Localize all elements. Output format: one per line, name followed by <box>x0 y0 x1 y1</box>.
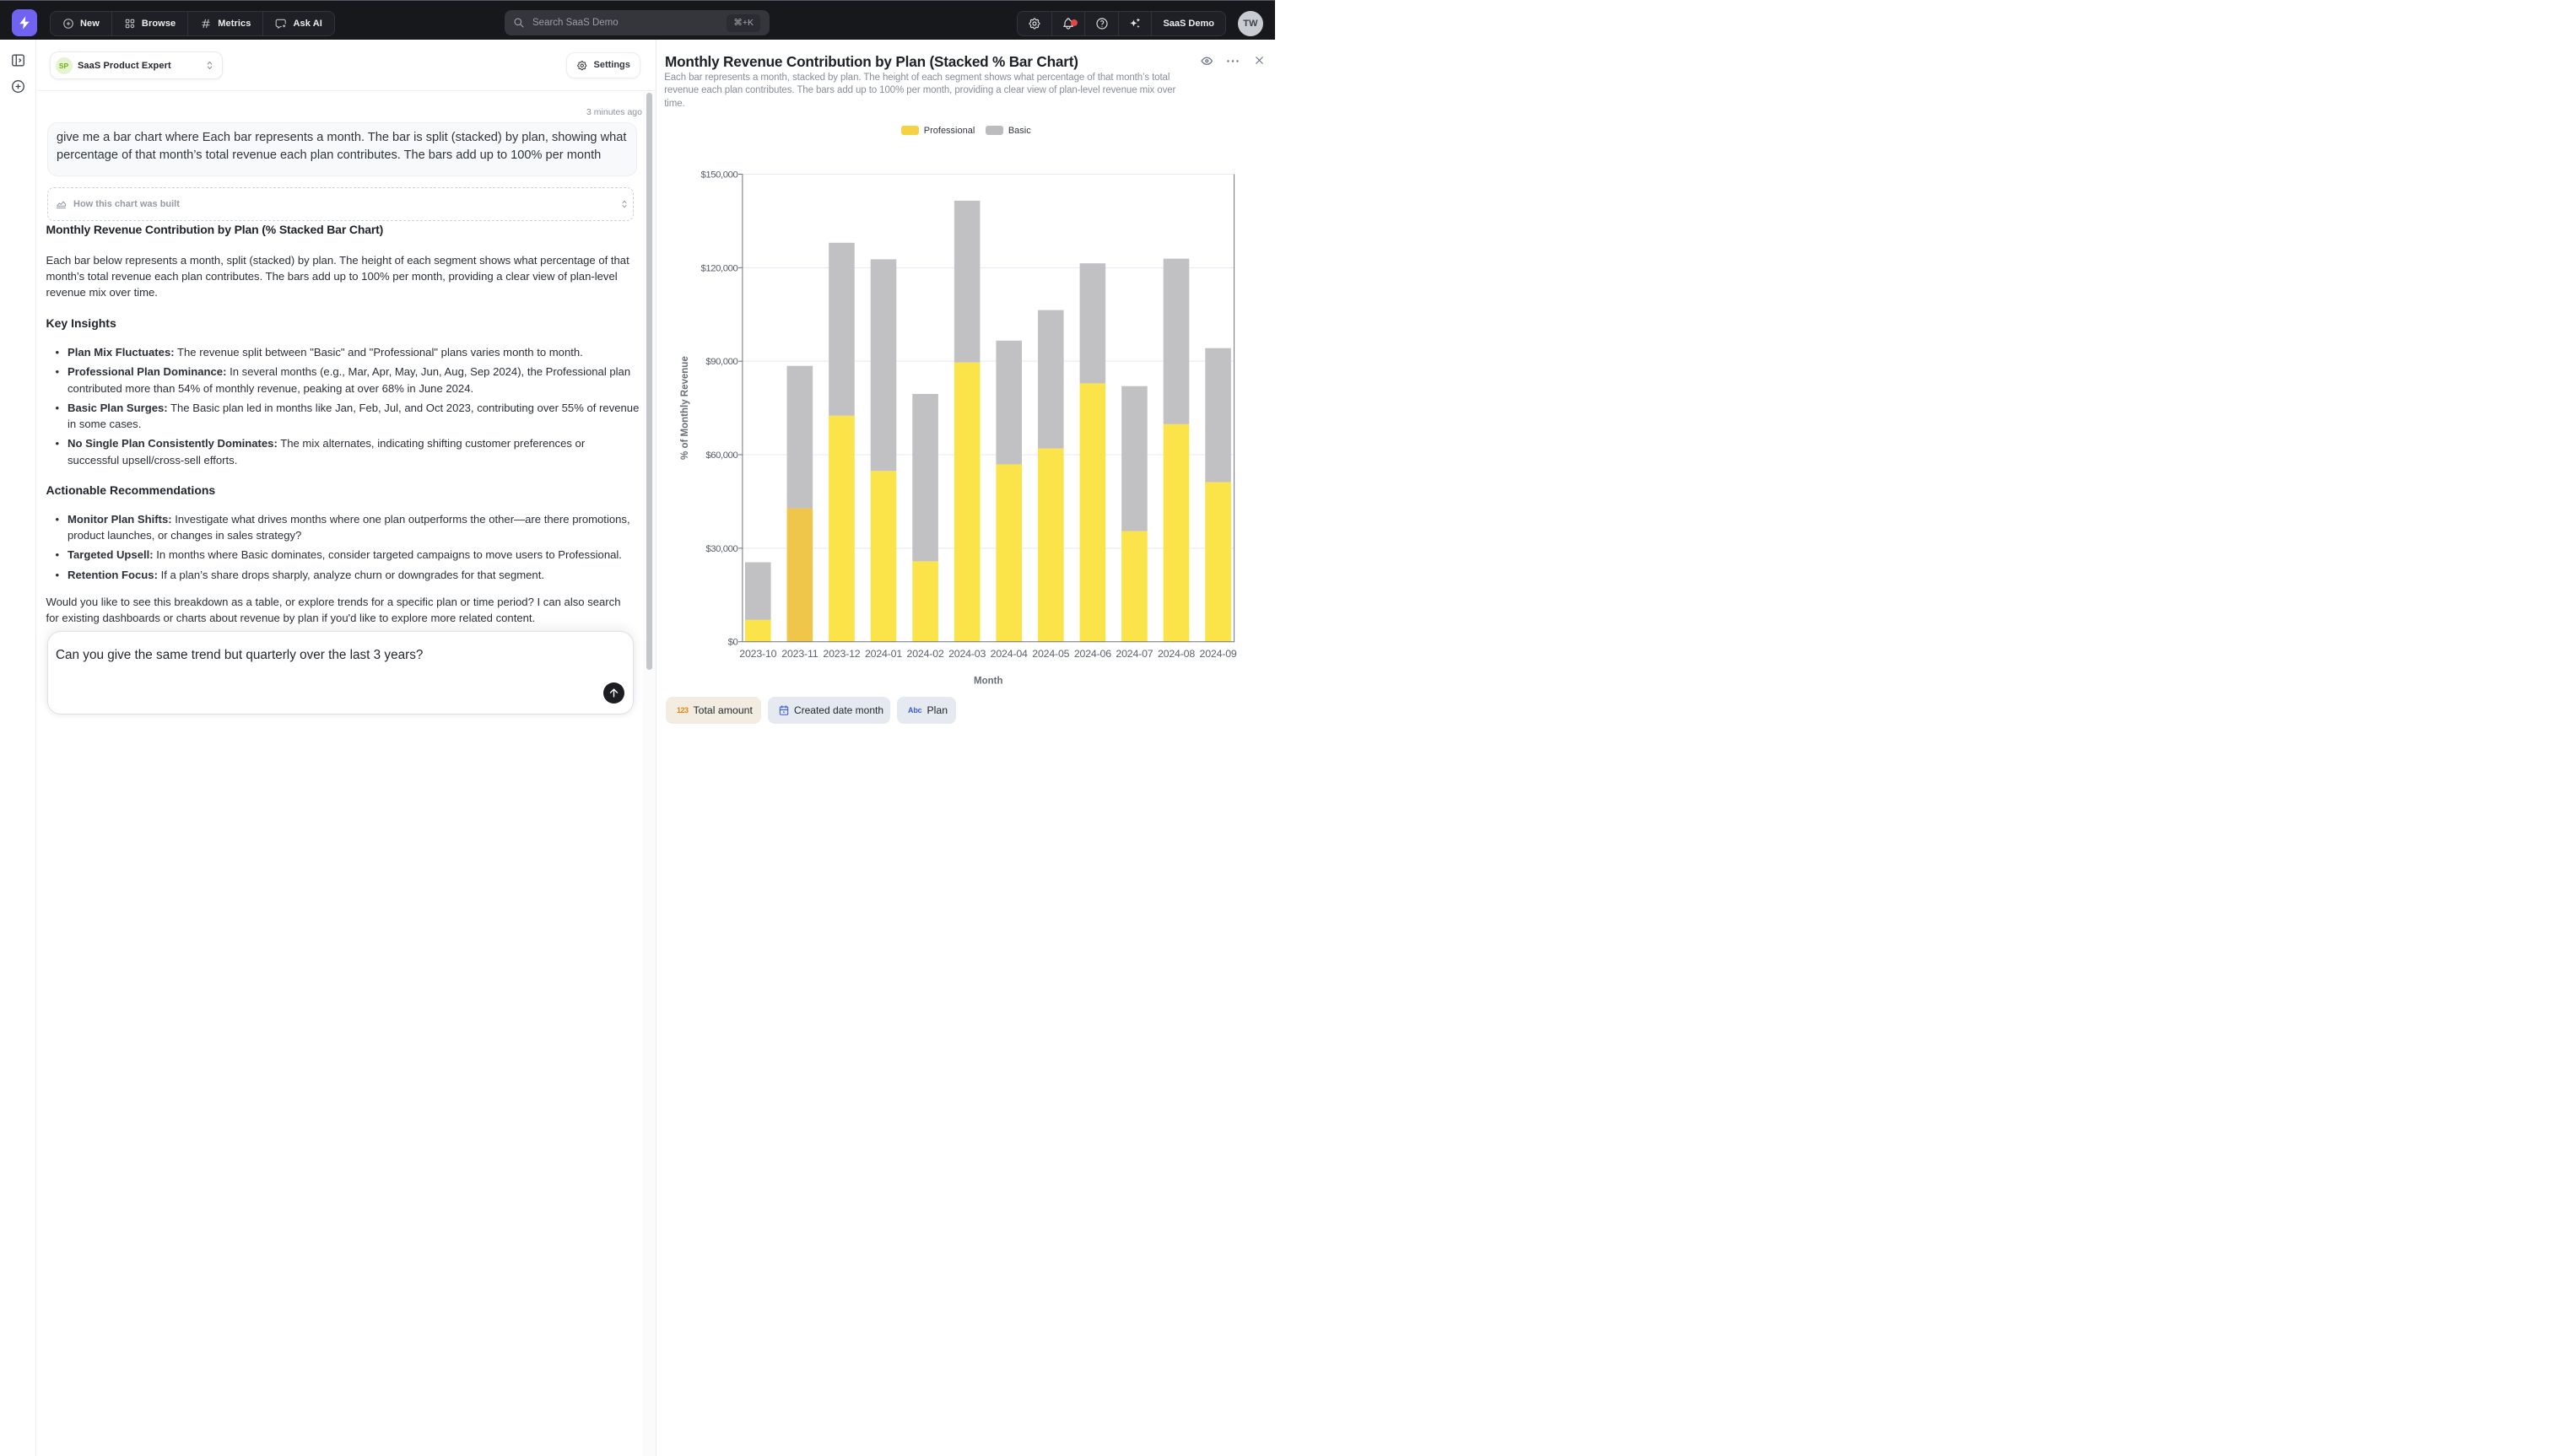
svg-text:2024-06: 2024-06 <box>1074 648 1111 660</box>
svg-text:$60,000: $60,000 <box>705 450 737 461</box>
svg-text:2023-11: 2023-11 <box>781 648 818 660</box>
svg-text:% of Monthly Revenue: % of Monthly Revenue <box>680 356 690 460</box>
svg-text:2024-07: 2024-07 <box>1116 648 1153 660</box>
svg-text:$30,000: $30,000 <box>705 544 737 554</box>
svg-text:2024-02: 2024-02 <box>907 648 944 660</box>
svg-text:2024-09: 2024-09 <box>1200 648 1237 660</box>
svg-text:2024-05: 2024-05 <box>1032 648 1069 660</box>
svg-text:$150,000: $150,000 <box>700 170 737 181</box>
svg-text:2024-03: 2024-03 <box>948 648 986 660</box>
svg-text:2023-12: 2023-12 <box>823 648 860 660</box>
svg-text:2024-01: 2024-01 <box>865 648 902 660</box>
svg-text:$0: $0 <box>728 638 738 648</box>
svg-text:$90,000: $90,000 <box>705 357 737 367</box>
svg-text:Month: Month <box>974 677 1002 687</box>
svg-text:2024-04: 2024-04 <box>991 648 1028 660</box>
svg-text:2023-10: 2023-10 <box>739 648 776 660</box>
svg-text:2024-08: 2024-08 <box>1158 648 1195 660</box>
svg-text:$120,000: $120,000 <box>700 263 737 273</box>
